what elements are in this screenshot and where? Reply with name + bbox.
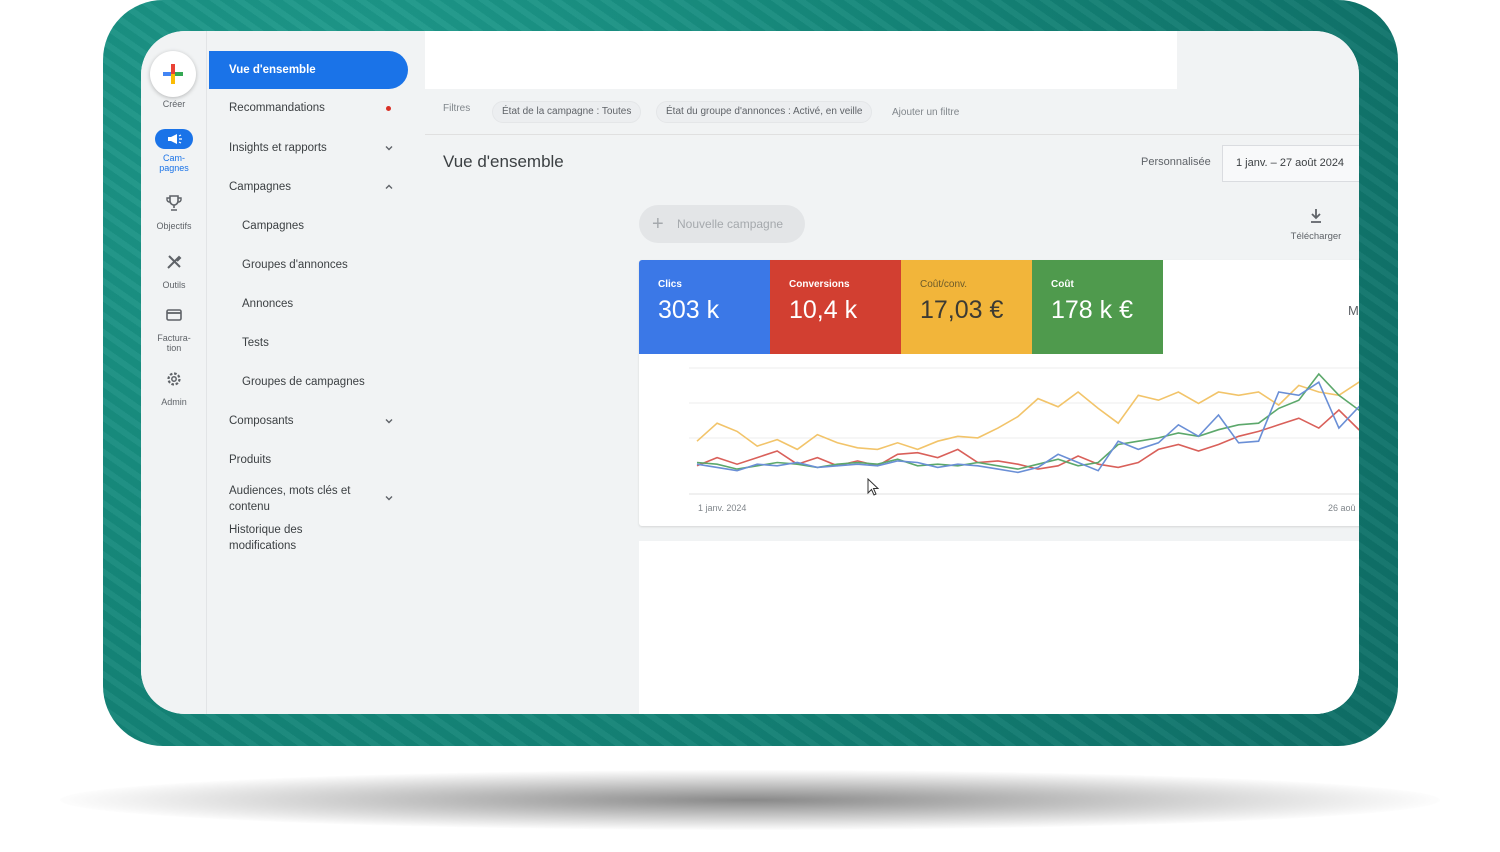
rail-label-admin: Admin bbox=[161, 397, 187, 407]
plus-icon: + bbox=[652, 213, 664, 235]
metric-tile-clicks[interactable]: Clics 303 k bbox=[639, 260, 770, 354]
download-button[interactable]: Télécharger bbox=[1286, 208, 1346, 242]
rail-item-admin[interactable]: Admin bbox=[141, 370, 207, 407]
metric-value: 17,03 € bbox=[920, 296, 1004, 324]
filter-bar: Filtres État de la campagne : Toutes Éta… bbox=[425, 91, 1359, 135]
nav-item-history[interactable]: Historique des modifications bbox=[229, 522, 349, 554]
rail-label-tools: Outils bbox=[162, 280, 186, 290]
rail-item-goals[interactable]: Objectifs bbox=[141, 194, 207, 231]
filters-label: Filtres bbox=[443, 103, 471, 114]
download-icon bbox=[1286, 208, 1346, 227]
rail-label-campaigns: Cam- pagnes bbox=[159, 153, 189, 173]
series-line-2 bbox=[696, 372, 1359, 470]
chevron-up-icon[interactable] bbox=[384, 182, 394, 192]
metric-peek: M bbox=[1348, 303, 1359, 318]
nav-item-products[interactable]: Produits bbox=[229, 452, 271, 468]
trophy-icon bbox=[141, 194, 207, 217]
filter-chip-adgroup-status[interactable]: État du groupe d'annonces : Activé, en v… bbox=[656, 101, 873, 123]
nav-item-overview[interactable]: Vue d'ensemble bbox=[209, 51, 408, 89]
page-title: Vue d'ensemble bbox=[443, 152, 564, 171]
nav-item-audiences[interactable]: Audiences, mots clés et contenu bbox=[229, 483, 369, 515]
nav-sub-campaigns[interactable]: Campagnes bbox=[242, 218, 304, 234]
add-filter-link[interactable]: Ajouter un filtre bbox=[892, 107, 959, 118]
metric-value: 303 k bbox=[658, 296, 720, 324]
top-bar bbox=[425, 31, 1177, 89]
chevron-down-icon[interactable] bbox=[384, 416, 394, 426]
series-line-3 bbox=[696, 381, 1359, 474]
new-campaign-label: Nouvelle campagne bbox=[677, 217, 784, 231]
nav-item-insights[interactable]: Insights et rapports bbox=[229, 140, 327, 156]
device-frame: Créer Cam- pagnes Objectifs Outils Factu… bbox=[103, 0, 1398, 746]
chevron-down-icon[interactable] bbox=[384, 493, 394, 503]
metric-tile-conversions[interactable]: Conversions 10,4 k bbox=[770, 260, 901, 354]
nav-sub-ad-groups[interactable]: Groupes d'annonces bbox=[242, 257, 348, 273]
gear-icon bbox=[141, 370, 207, 393]
x-tick-end: 26 aoû bbox=[1328, 503, 1356, 513]
date-range-picker[interactable]: 1 janv. – 27 août 2024 bbox=[1222, 145, 1359, 182]
rail-label-billing: Factura- tion bbox=[157, 333, 191, 353]
tools-icon bbox=[141, 253, 207, 276]
overview-card: Clics 303 k Conversions 10,4 k Coût/conv… bbox=[639, 260, 1359, 526]
date-range-label: Personnalisée bbox=[1141, 156, 1211, 168]
nav-item-campaigns[interactable]: Campagnes bbox=[229, 179, 291, 195]
mouse-cursor-icon bbox=[867, 478, 880, 496]
metric-value: 178 k € bbox=[1051, 296, 1134, 324]
screen: Créer Cam- pagnes Objectifs Outils Factu… bbox=[141, 31, 1359, 714]
metric-label: Clics bbox=[658, 279, 682, 290]
plus-icon-vertical bbox=[171, 64, 175, 84]
filter-chip-campaign-status[interactable]: État de la campagne : Toutes bbox=[492, 101, 642, 123]
create-button[interactable] bbox=[150, 51, 196, 97]
download-label: Télécharger bbox=[1290, 231, 1342, 242]
chevron-down-icon[interactable] bbox=[384, 143, 394, 153]
nav-item-recommendations[interactable]: Recommandations bbox=[229, 100, 325, 116]
nav-sub-campaign-groups[interactable]: Groupes de campagnes bbox=[242, 374, 365, 390]
main-content: Filtres État de la campagne : Toutes Éta… bbox=[425, 31, 1359, 714]
rail-item-tools[interactable]: Outils bbox=[141, 253, 207, 290]
metric-label: Conversions bbox=[789, 279, 850, 290]
stage: Créer Cam- pagnes Objectifs Outils Factu… bbox=[0, 0, 1500, 852]
rail-item-campaigns[interactable]: Cam- pagnes bbox=[141, 129, 207, 173]
nav-sub-tests[interactable]: Tests bbox=[242, 335, 269, 351]
credit-card-icon bbox=[141, 306, 207, 329]
x-tick-start: 1 janv. 2024 bbox=[698, 503, 746, 513]
secondary-card bbox=[639, 541, 1359, 714]
notification-dot bbox=[386, 106, 391, 111]
metric-value: 10,4 k bbox=[789, 296, 858, 324]
nav-sub-ads[interactable]: Annonces bbox=[242, 296, 293, 312]
left-rail: Créer Cam- pagnes Objectifs Outils Factu… bbox=[141, 31, 207, 714]
rail-label-goals: Objectifs bbox=[156, 221, 192, 231]
metric-label: Coût/conv. bbox=[920, 279, 968, 290]
megaphone-icon bbox=[155, 129, 193, 149]
device-shadow bbox=[60, 770, 1440, 830]
metric-tile-cost-per-conv[interactable]: Coût/conv. 17,03 € bbox=[901, 260, 1032, 354]
new-campaign-button[interactable]: + Nouvelle campagne bbox=[639, 205, 805, 243]
nav-item-components[interactable]: Composants bbox=[229, 413, 294, 429]
rail-item-billing[interactable]: Factura- tion bbox=[141, 306, 207, 353]
performance-chart: 1 janv. 2024 26 aoû bbox=[689, 367, 1359, 513]
side-nav: Vue d'ensemble Recommandations Insights … bbox=[208, 31, 424, 714]
metric-label: Coût bbox=[1051, 279, 1074, 290]
metric-tile-cost[interactable]: Coût 178 k € bbox=[1032, 260, 1163, 354]
create-label: Créer bbox=[162, 99, 186, 109]
